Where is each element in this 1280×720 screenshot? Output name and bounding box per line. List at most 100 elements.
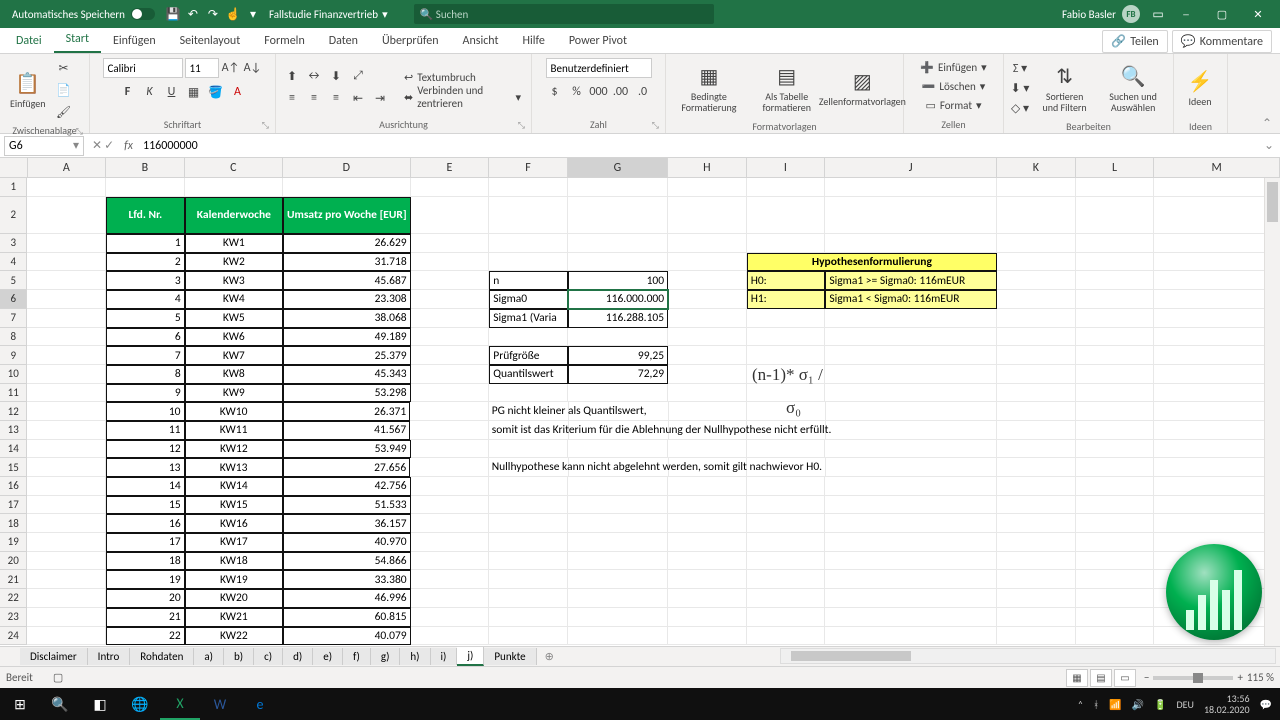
cell[interactable]: 45.343: [283, 365, 411, 384]
cell[interactable]: [27, 234, 106, 253]
cell[interactable]: 3: [106, 271, 185, 290]
cell[interactable]: [1154, 458, 1280, 477]
bold-button[interactable]: F: [118, 82, 138, 102]
cell[interactable]: KW5: [185, 309, 283, 328]
cell[interactable]: [568, 197, 668, 234]
cell[interactable]: [747, 234, 826, 253]
cell[interactable]: 13: [106, 458, 185, 477]
cell[interactable]: [27, 309, 106, 328]
zoom-control[interactable]: − + 115 %: [1144, 671, 1274, 684]
indent-inc-icon[interactable]: ⇥: [370, 88, 390, 108]
cell[interactable]: [1076, 290, 1155, 309]
cell[interactable]: [1154, 402, 1280, 421]
cell[interactable]: [27, 514, 106, 533]
cell[interactable]: [411, 271, 490, 290]
sheet-tab[interactable]: e): [313, 648, 343, 665]
cell[interactable]: [668, 533, 747, 552]
cell[interactable]: [669, 402, 748, 421]
cell[interactable]: [997, 178, 1076, 197]
cell[interactable]: [489, 496, 568, 515]
cell[interactable]: [997, 477, 1076, 496]
undo-icon[interactable]: ↶: [183, 7, 203, 22]
cell[interactable]: [825, 309, 997, 328]
comments-button[interactable]: 💬 Kommentare: [1172, 30, 1272, 53]
cell[interactable]: [1154, 346, 1280, 365]
cell[interactable]: [997, 253, 1076, 272]
cell[interactable]: [825, 552, 997, 571]
cell[interactable]: 72,29: [568, 365, 668, 384]
font-size-input[interactable]: [185, 58, 219, 78]
dropdown-icon[interactable]: ▾: [382, 8, 388, 21]
cell[interactable]: [1076, 328, 1155, 347]
cell[interactable]: 10: [106, 402, 185, 421]
cell[interactable]: [27, 421, 106, 440]
cell[interactable]: [825, 440, 997, 459]
sheet-tab[interactable]: Intro: [88, 648, 131, 665]
row-header[interactable]: 20: [0, 552, 27, 571]
cell[interactable]: [825, 533, 997, 552]
excel-taskbar-icon[interactable]: X: [160, 688, 200, 720]
col-header[interactable]: L: [1076, 158, 1155, 178]
add-sheet-button[interactable]: ⊕: [537, 648, 562, 665]
minimize-button[interactable]: ─: [1168, 0, 1204, 28]
align-bottom-icon[interactable]: ⬇: [326, 66, 346, 86]
cell[interactable]: [568, 552, 668, 571]
row-header[interactable]: 6: [0, 290, 27, 309]
cell[interactable]: [568, 440, 668, 459]
row-header[interactable]: 19: [0, 533, 27, 552]
redo-icon[interactable]: ↷: [203, 7, 223, 22]
cell[interactable]: [1154, 514, 1280, 533]
merge-center-button[interactable]: ⬌ Verbinden und zentrieren ▾: [400, 88, 525, 106]
sheet-tab[interactable]: a): [194, 648, 224, 665]
word-taskbar-icon[interactable]: W: [200, 688, 240, 720]
delete-cells-button[interactable]: ➖ Löschen ▾: [918, 77, 990, 95]
cell[interactable]: [668, 346, 747, 365]
cell[interactable]: H0:: [747, 271, 826, 290]
cell[interactable]: KW6: [185, 328, 283, 347]
cell[interactable]: [668, 570, 747, 589]
cell[interactable]: [825, 346, 997, 365]
col-header[interactable]: M: [1154, 158, 1280, 178]
cell[interactable]: [668, 552, 747, 571]
zoom-in-icon[interactable]: +: [1237, 671, 1242, 684]
cell[interactable]: 22: [106, 627, 185, 646]
cell[interactable]: [825, 496, 997, 515]
align-left-icon[interactable]: ≡: [282, 88, 302, 108]
cell[interactable]: KW12: [185, 440, 283, 459]
currency-icon[interactable]: $: [545, 82, 565, 102]
cell[interactable]: [1076, 309, 1155, 328]
cell[interactable]: [1076, 496, 1155, 515]
cell[interactable]: 31.718: [283, 253, 411, 272]
cell[interactable]: [826, 458, 998, 477]
col-header[interactable]: K: [997, 158, 1076, 178]
cell[interactable]: [27, 253, 106, 272]
cell[interactable]: [410, 458, 489, 477]
cell[interactable]: [489, 234, 568, 253]
increase-font-icon[interactable]: A↑: [221, 58, 241, 78]
cell[interactable]: [668, 477, 747, 496]
cell[interactable]: [410, 421, 489, 440]
cell[interactable]: [568, 328, 668, 347]
cell[interactable]: [668, 253, 747, 272]
cell[interactable]: [568, 253, 668, 272]
cell[interactable]: [825, 589, 997, 608]
dec-decimal-icon[interactable]: .0: [633, 82, 653, 102]
cell[interactable]: 26.629: [283, 234, 411, 253]
cell[interactable]: Prüfgröße: [489, 346, 568, 365]
align-middle-icon[interactable]: ↔: [304, 66, 324, 86]
cell[interactable]: [1154, 496, 1280, 515]
cell[interactable]: [1154, 365, 1280, 384]
cell[interactable]: [825, 197, 997, 234]
cell[interactable]: [411, 514, 490, 533]
cell[interactable]: 27.656: [283, 458, 411, 477]
cell[interactable]: [489, 253, 568, 272]
cell[interactable]: [997, 290, 1076, 309]
row-header[interactable]: 10: [0, 365, 27, 384]
cell[interactable]: [1154, 440, 1280, 459]
cell[interactable]: [1076, 271, 1155, 290]
cell[interactable]: 16: [106, 514, 185, 533]
cell[interactable]: 40.970: [283, 533, 411, 552]
cell[interactable]: [1076, 514, 1155, 533]
cell[interactable]: KW8: [185, 365, 283, 384]
cell[interactable]: 14: [106, 477, 185, 496]
